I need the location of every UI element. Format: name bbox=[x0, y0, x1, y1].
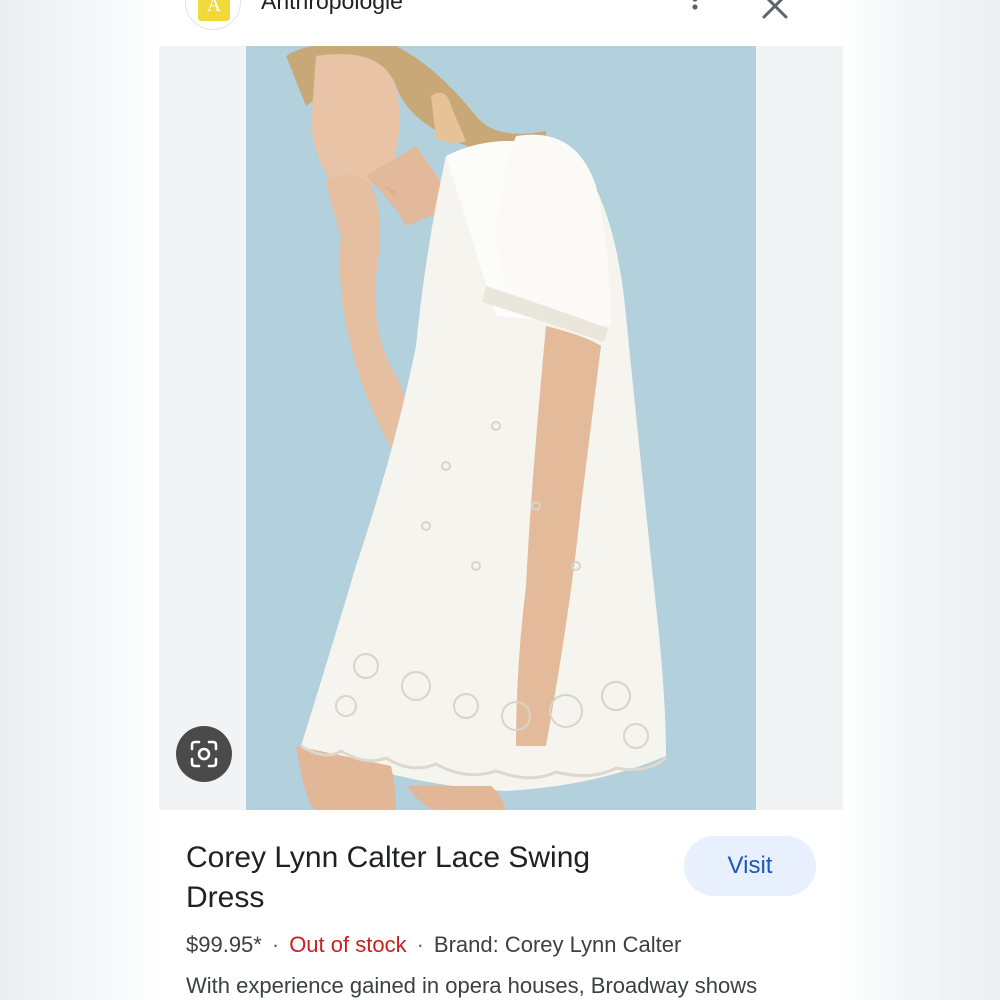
product-title[interactable]: Corey Lynn Calter Lace Swing Dress bbox=[186, 838, 656, 918]
product-meta: $99.95* · Out of stock · Brand: Corey Lynn C… bbox=[186, 932, 681, 958]
stock-status: Out of stock bbox=[289, 932, 407, 957]
site-name[interactable]: Anthropologie bbox=[261, 0, 403, 15]
lens-search-icon bbox=[190, 740, 218, 768]
product-price: $99.95* bbox=[186, 932, 262, 957]
visit-button[interactable]: Visit bbox=[684, 836, 816, 896]
product-brand: Brand: Corey Lynn Calter bbox=[433, 932, 682, 957]
close-icon[interactable] bbox=[759, 0, 791, 22]
site-logo-tile: A bbox=[198, 0, 230, 21]
panel-header: A Anthropologie bbox=[159, 0, 843, 46]
separator: · bbox=[416, 932, 424, 957]
more-vert-icon[interactable] bbox=[683, 0, 707, 18]
separator: · bbox=[271, 932, 280, 957]
image-viewer bbox=[159, 46, 843, 810]
product-image[interactable] bbox=[246, 46, 756, 810]
result-panel: A Anthropologie Corey Lynn Calter Lace S… bbox=[159, 0, 843, 1000]
lens-search-button[interactable] bbox=[176, 726, 232, 782]
site-favicon[interactable]: A bbox=[185, 0, 241, 30]
product-details: Corey Lynn Calter Lace Swing Dress Visit… bbox=[159, 810, 843, 1000]
product-description: With experience gained in opera houses, … bbox=[186, 973, 758, 998]
